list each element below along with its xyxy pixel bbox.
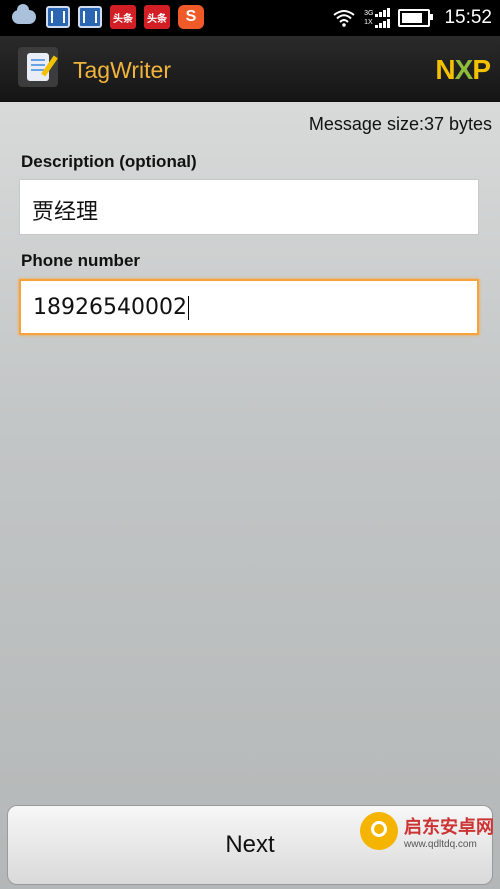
watermark: 启东安卓网 www.qdltdq.com xyxy=(360,812,494,850)
text-cursor xyxy=(187,296,189,320)
toutiao-icon: 头条 xyxy=(110,5,136,29)
toutiao-icon: 头条 xyxy=(144,5,170,29)
nxp-logo: N X P xyxy=(435,54,491,86)
watermark-url: www.qdltdq.com xyxy=(404,838,477,850)
logo-letter-p: P xyxy=(472,54,491,85)
message-size: Message size:37 bytes xyxy=(308,114,492,134)
phone-number-field[interactable]: 18926540002 xyxy=(19,279,479,335)
sogou-icon: S xyxy=(178,5,204,29)
signal-indicator: 3G 1X xyxy=(364,8,391,28)
system-icons: 3G 1X 15:52 xyxy=(332,0,492,36)
battery-icon xyxy=(398,9,434,27)
description-label: Description (optional) xyxy=(21,152,197,171)
signal-bars-icon xyxy=(375,8,391,17)
watermark-logo-icon xyxy=(360,812,398,850)
status-bar: 头条 头条 S 3G 1X 15:52 xyxy=(0,0,500,36)
action-bar: TagWriter N X P xyxy=(0,36,500,102)
phone-label: Phone number xyxy=(21,251,141,270)
notification-icons: 头条 头条 S xyxy=(10,4,204,29)
clock: 15:52 xyxy=(444,7,492,28)
tagwriter-app-icon[interactable] xyxy=(18,47,58,87)
signal-bars-icon xyxy=(375,19,391,28)
wifi-icon xyxy=(333,10,355,27)
logo-letter-n: N xyxy=(435,54,455,85)
logo-letter-x: X xyxy=(454,54,474,85)
film-icon xyxy=(78,6,102,28)
description-value: 贾经理 xyxy=(32,200,99,225)
phone-number-value: 18926540002 xyxy=(33,295,187,320)
film-icon xyxy=(46,6,70,28)
weather-icon xyxy=(10,4,38,29)
form-content: Message size:37 bytes Description (optio… xyxy=(0,102,500,889)
description-field[interactable]: 贾经理 xyxy=(19,179,479,235)
app-title: TagWriter xyxy=(73,57,171,83)
network-type-1x: 1X xyxy=(364,19,373,26)
watermark-title: 启东安卓网 xyxy=(404,816,494,838)
network-type-3g: 3G xyxy=(364,10,374,17)
